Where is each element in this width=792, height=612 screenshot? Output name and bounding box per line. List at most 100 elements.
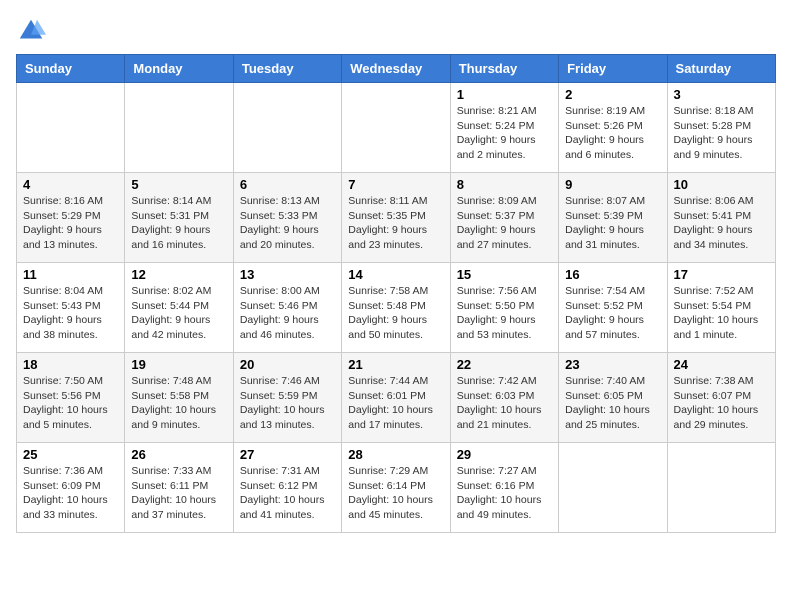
day-number: 19 xyxy=(131,357,226,372)
day-header-friday: Friday xyxy=(559,55,667,83)
day-header-monday: Monday xyxy=(125,55,233,83)
day-number: 2 xyxy=(565,87,660,102)
calendar-cell: 4 Sunrise: 8:16 AMSunset: 5:29 PMDaylight… xyxy=(17,173,125,263)
calendar-cell: 16 Sunrise: 7:54 AMSunset: 5:52 PMDayligh… xyxy=(559,263,667,353)
calendar-week-2: 4 Sunrise: 8:16 AMSunset: 5:29 PMDaylight… xyxy=(17,173,776,263)
day-number: 21 xyxy=(348,357,443,372)
calendar-cell: 23Sunrise: 7:40 AMSunset: 6:05 PMDayligh… xyxy=(559,353,667,443)
day-number: 5 xyxy=(131,177,226,192)
logo xyxy=(16,16,50,46)
calendar-cell xyxy=(667,443,775,533)
calendar-cell: 3Sunrise: 8:18 AMSunset: 5:28 PMDaylight… xyxy=(667,83,775,173)
calendar-cell: 25 Sunrise: 7:36 AMSunset: 6:09 PMDayligh… xyxy=(17,443,125,533)
day-header-tuesday: Tuesday xyxy=(233,55,341,83)
day-info: Sunrise: 8:11 AMSunset: 5:35 PMDaylight:… xyxy=(348,194,443,253)
day-info: Sunrise: 7:54 AMSunset: 5:52 PMDaylight:… xyxy=(565,284,660,343)
day-info: Sunrise: 8:19 AMSunset: 5:26 PMDaylight:… xyxy=(565,104,660,163)
day-info: Sunrise: 7:36 AMSunset: 6:09 PMDaylight:… xyxy=(23,464,118,523)
calendar-cell: 8 Sunrise: 8:09 AMSunset: 5:37 PMDaylight… xyxy=(450,173,558,263)
day-info: Sunrise: 8:14 AMSunset: 5:31 PMDaylight:… xyxy=(131,194,226,253)
day-number: 14 xyxy=(348,267,443,282)
day-info: Sunrise: 8:16 AMSunset: 5:29 PMDaylight:… xyxy=(23,194,118,253)
day-info: Sunrise: 7:46 AMSunset: 5:59 PMDaylight:… xyxy=(240,374,335,433)
day-number: 20 xyxy=(240,357,335,372)
day-number: 8 xyxy=(457,177,552,192)
calendar-table: SundayMondayTuesdayWednesdayThursdayFrid… xyxy=(16,54,776,533)
calendar-cell: 2 Sunrise: 8:19 AMSunset: 5:26 PMDaylight… xyxy=(559,83,667,173)
calendar-cell: 29 Sunrise: 7:27 AMSunset: 6:16 PMDayligh… xyxy=(450,443,558,533)
calendar-cell: 21Sunrise: 7:44 AMSunset: 6:01 PMDayligh… xyxy=(342,353,450,443)
day-number: 1 xyxy=(457,87,552,102)
day-number: 27 xyxy=(240,447,335,462)
day-info: Sunrise: 8:09 AMSunset: 5:37 PMDaylight:… xyxy=(457,194,552,253)
calendar-week-4: 18Sunrise: 7:50 AMSunset: 5:56 PMDayligh… xyxy=(17,353,776,443)
calendar-cell: 27 Sunrise: 7:31 AMSunset: 6:12 PMDayligh… xyxy=(233,443,341,533)
day-number: 15 xyxy=(457,267,552,282)
day-header-saturday: Saturday xyxy=(667,55,775,83)
day-info: Sunrise: 7:31 AMSunset: 6:12 PMDaylight:… xyxy=(240,464,335,523)
day-number: 17 xyxy=(674,267,769,282)
calendar-cell: 7 Sunrise: 8:11 AMSunset: 5:35 PMDaylight… xyxy=(342,173,450,263)
day-number: 16 xyxy=(565,267,660,282)
calendar-cell: 26 Sunrise: 7:33 AMSunset: 6:11 PMDayligh… xyxy=(125,443,233,533)
day-info: Sunrise: 8:04 AMSunset: 5:43 PMDaylight:… xyxy=(23,284,118,343)
day-info: Sunrise: 7:27 AMSunset: 6:16 PMDaylight:… xyxy=(457,464,552,523)
calendar-cell xyxy=(559,443,667,533)
day-info: Sunrise: 7:56 AMSunset: 5:50 PMDaylight:… xyxy=(457,284,552,343)
day-number: 23 xyxy=(565,357,660,372)
calendar-week-3: 11 Sunrise: 8:04 AMSunset: 5:43 PMDayligh… xyxy=(17,263,776,353)
day-number: 29 xyxy=(457,447,552,462)
day-info: Sunrise: 8:13 AMSunset: 5:33 PMDaylight:… xyxy=(240,194,335,253)
day-info: Sunrise: 8:21 AMSunset: 5:24 PMDaylight:… xyxy=(457,104,552,163)
day-number: 26 xyxy=(131,447,226,462)
calendar-cell xyxy=(233,83,341,173)
day-number: 6 xyxy=(240,177,335,192)
day-info: Sunrise: 8:06 AMSunset: 5:41 PMDaylight:… xyxy=(674,194,769,253)
calendar-cell: 9 Sunrise: 8:07 AMSunset: 5:39 PMDaylight… xyxy=(559,173,667,263)
header xyxy=(16,16,776,46)
day-number: 7 xyxy=(348,177,443,192)
calendar-cell: 19 Sunrise: 7:48 AMSunset: 5:58 PMDayligh… xyxy=(125,353,233,443)
calendar-cell: 14Sunrise: 7:58 AMSunset: 5:48 PMDayligh… xyxy=(342,263,450,353)
logo-icon xyxy=(16,16,46,46)
day-number: 4 xyxy=(23,177,118,192)
calendar-cell xyxy=(17,83,125,173)
calendar-cell: 20 Sunrise: 7:46 AMSunset: 5:59 PMDayligh… xyxy=(233,353,341,443)
calendar-cell: 13 Sunrise: 8:00 AMSunset: 5:46 PMDayligh… xyxy=(233,263,341,353)
day-number: 25 xyxy=(23,447,118,462)
day-header-sunday: Sunday xyxy=(17,55,125,83)
calendar-week-5: 25 Sunrise: 7:36 AMSunset: 6:09 PMDayligh… xyxy=(17,443,776,533)
day-info: Sunrise: 8:07 AMSunset: 5:39 PMDaylight:… xyxy=(565,194,660,253)
calendar-cell: 10 Sunrise: 8:06 AMSunset: 5:41 PMDayligh… xyxy=(667,173,775,263)
day-info: Sunrise: 7:33 AMSunset: 6:11 PMDaylight:… xyxy=(131,464,226,523)
day-info: Sunrise: 7:50 AMSunset: 5:56 PMDaylight:… xyxy=(23,374,118,433)
calendar-cell: 18Sunrise: 7:50 AMSunset: 5:56 PMDayligh… xyxy=(17,353,125,443)
calendar-cell: 22Sunrise: 7:42 AMSunset: 6:03 PMDayligh… xyxy=(450,353,558,443)
day-info: Sunrise: 8:02 AMSunset: 5:44 PMDaylight:… xyxy=(131,284,226,343)
calendar-cell: 11 Sunrise: 8:04 AMSunset: 5:43 PMDayligh… xyxy=(17,263,125,353)
day-info: Sunrise: 7:38 AMSunset: 6:07 PMDaylight:… xyxy=(674,374,769,433)
calendar-cell: 17 Sunrise: 7:52 AMSunset: 5:54 PMDayligh… xyxy=(667,263,775,353)
day-number: 11 xyxy=(23,267,118,282)
day-info: Sunrise: 7:42 AMSunset: 6:03 PMDaylight:… xyxy=(457,374,552,433)
calendar-week-1: 1 Sunrise: 8:21 AMSunset: 5:24 PMDaylight… xyxy=(17,83,776,173)
day-info: Sunrise: 8:00 AMSunset: 5:46 PMDaylight:… xyxy=(240,284,335,343)
day-header-wednesday: Wednesday xyxy=(342,55,450,83)
calendar-cell: 1 Sunrise: 8:21 AMSunset: 5:24 PMDaylight… xyxy=(450,83,558,173)
calendar-cell xyxy=(125,83,233,173)
day-number: 13 xyxy=(240,267,335,282)
calendar-header-row: SundayMondayTuesdayWednesdayThursdayFrid… xyxy=(17,55,776,83)
day-number: 24 xyxy=(674,357,769,372)
calendar-cell: 28 Sunrise: 7:29 AMSunset: 6:14 PMDayligh… xyxy=(342,443,450,533)
day-info: Sunrise: 7:52 AMSunset: 5:54 PMDaylight:… xyxy=(674,284,769,343)
day-number: 12 xyxy=(131,267,226,282)
day-number: 9 xyxy=(565,177,660,192)
day-number: 28 xyxy=(348,447,443,462)
day-info: Sunrise: 7:29 AMSunset: 6:14 PMDaylight:… xyxy=(348,464,443,523)
calendar-cell: 12 Sunrise: 8:02 AMSunset: 5:44 PMDayligh… xyxy=(125,263,233,353)
calendar-cell: 5 Sunrise: 8:14 AMSunset: 5:31 PMDaylight… xyxy=(125,173,233,263)
calendar-cell: 15 Sunrise: 7:56 AMSunset: 5:50 PMDayligh… xyxy=(450,263,558,353)
day-number: 10 xyxy=(674,177,769,192)
calendar-cell: 24 Sunrise: 7:38 AMSunset: 6:07 PMDayligh… xyxy=(667,353,775,443)
day-info: Sunrise: 7:48 AMSunset: 5:58 PMDaylight:… xyxy=(131,374,226,433)
